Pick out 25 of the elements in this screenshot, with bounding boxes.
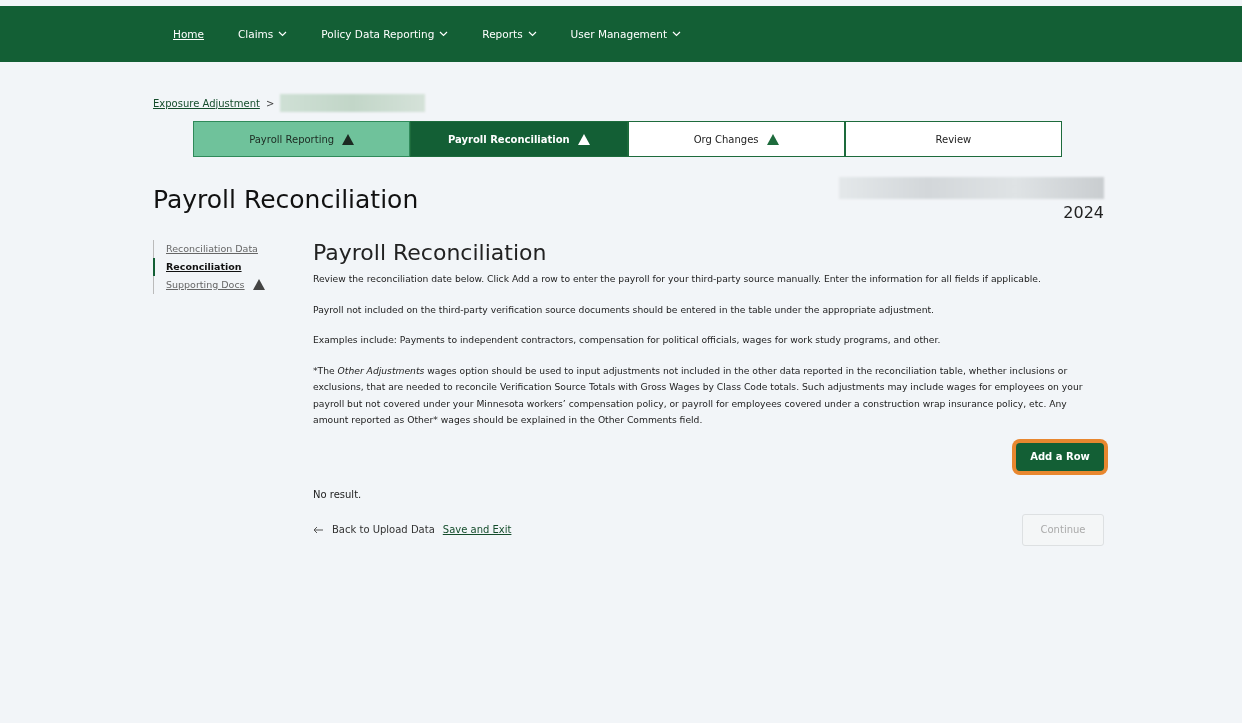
nav-item[interactable]: User Management: [570, 28, 682, 40]
progress-step[interactable]: Org Changes: [627, 121, 845, 157]
progress-step[interactable]: Payroll Reporting: [193, 121, 411, 157]
nav-item[interactable]: Reports: [482, 28, 537, 40]
breadcrumb-separator: >: [265, 97, 275, 109]
empty-message: No result.: [313, 488, 363, 500]
nav-item[interactable]: Claims: [238, 28, 288, 40]
paragraph: Review the reconciliation date below. Click Add a row to enter the payroll for your third-party source manually. Enter the information for all fields if applicable.: [313, 272, 1042, 286]
arrow-left-icon: [313, 525, 324, 534]
paragraph: Examples include: Payments to independent contractors, compensation for political officials, wages for work study programs, and other.: [313, 333, 942, 347]
page-title: Payroll Reconciliation: [153, 185, 419, 214]
side-nav-link[interactable]: Reconciliation Data: [166, 243, 258, 254]
paragraph: *The Other Adjustments wages option should be used to input adjustments not included in the other data reported in the reconciliation table, whether inclusions or exclusions, that are needed to reconcile Verification Source Totals with Gross Wages by Class Code totals. Such adjustments may include wages for employees on your payroll but not covered under your Minnesota workers’ compensation policy, or payroll for employees covered under a construction wrap insurance policy, etc. Any amount reported as Other* wages should be explained in the Other Comments field.: [313, 363, 1084, 427]
side-nav-link[interactable]: Reconciliation: [166, 261, 242, 272]
nav-item[interactable]: Home: [173, 28, 204, 40]
progress-step[interactable]: Review: [844, 121, 1062, 157]
year-label: 2024: [1063, 203, 1104, 222]
breadcrumb-link[interactable]: Exposure Adjustment: [153, 97, 260, 109]
back-link[interactable]: Back to Upload Data: [313, 524, 435, 535]
side-nav-link[interactable]: Supporting Docs: [166, 279, 245, 290]
nav-item[interactable]: Policy Data Reporting: [321, 28, 449, 40]
save-and-exit-link[interactable]: Save and Exit: [442, 524, 512, 535]
paragraph: Payroll not included on the third-party verification source documents should be entered in the table under the appropriate adjustment.: [313, 302, 936, 317]
section-title: Payroll Reconciliation: [313, 240, 548, 265]
progress-step[interactable]: Payroll Reconciliation: [410, 121, 628, 157]
